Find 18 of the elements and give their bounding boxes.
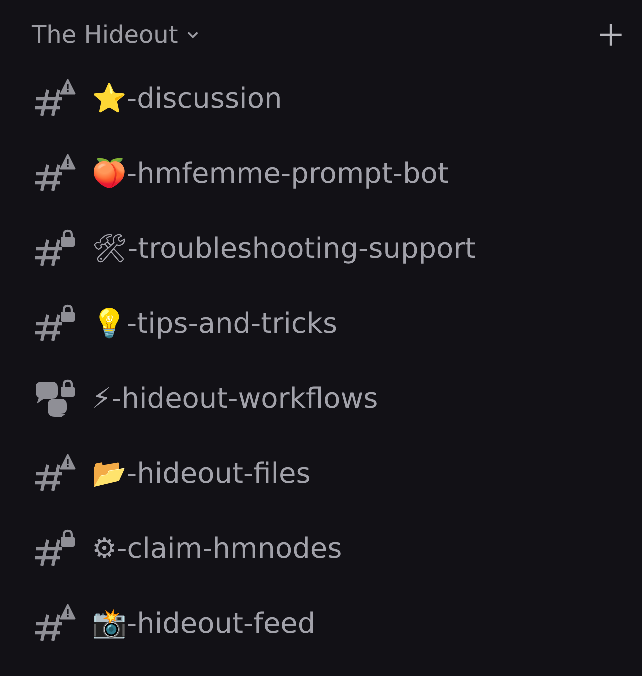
channel-item[interactable]: 💡-tips-and-tricks [32,286,624,361]
channel-name: 📸-hideout-feed [92,607,316,640]
channel-item[interactable]: 🍑-hmfemme-prompt-bot [32,136,624,211]
channel-name: 🍑-hmfemme-prompt-bot [92,157,449,190]
channel-name: ⭐-discussion [92,82,282,115]
add-channel-icon[interactable] [598,22,624,48]
channel-item[interactable]: ⚡-hideout-workflows [32,361,624,436]
channel-name: ⚡-hideout-workflows [92,382,378,415]
channel-item[interactable]: ⚙-claim-hmnodes [32,511,624,586]
channel-name: 🛠-troubleshooting-support [92,232,476,265]
channel-name: 📂-hideout-files [92,457,311,490]
channel-item[interactable]: 📂-hideout-files [32,436,624,511]
category-header[interactable]: The Hideout [32,21,200,49]
channel-item[interactable]: 📸-hideout-feed [32,586,624,661]
channel-item[interactable]: 🛠-troubleshooting-support [32,211,624,286]
channel-name: ⚙-claim-hmnodes [92,532,342,565]
channel-item[interactable]: ⭐-discussion [32,61,624,136]
channel-name: 💡-tips-and-tricks [92,307,338,340]
